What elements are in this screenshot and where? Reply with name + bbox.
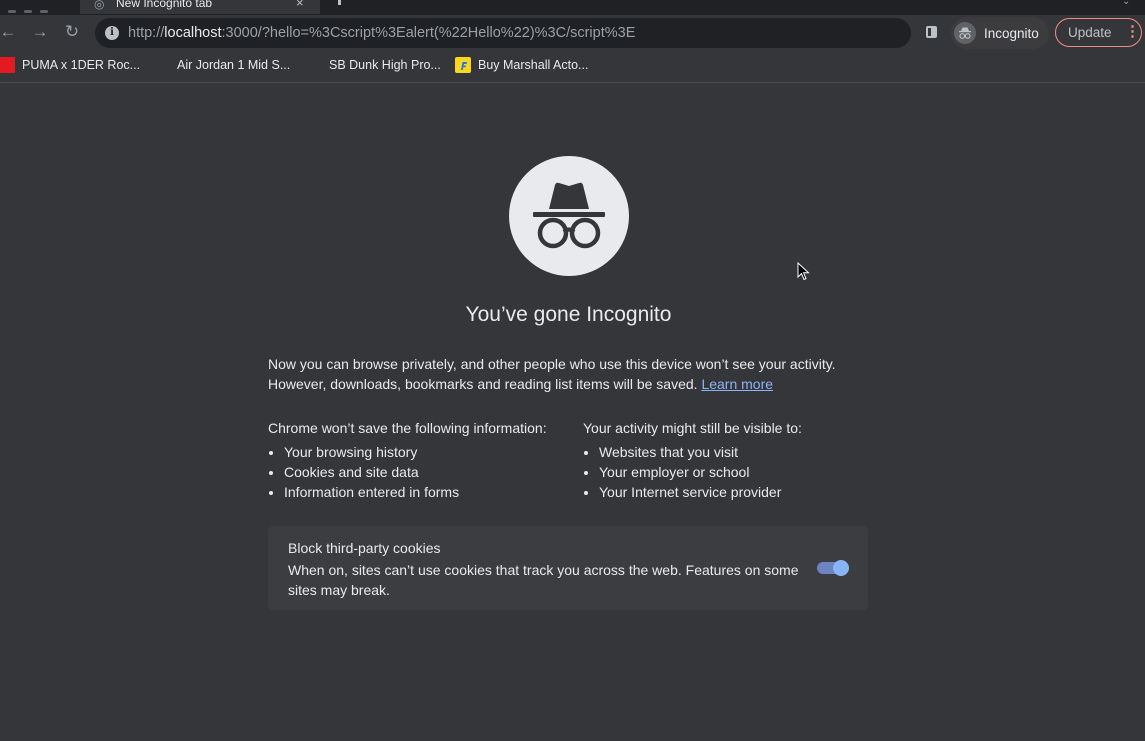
incognito-label: Incognito: [984, 26, 1039, 41]
intro-line-2: However, downloads, bookmarks and readin…: [268, 376, 698, 392]
new-tab-button[interactable]: [338, 0, 341, 5]
puma-favicon-icon: [0, 57, 15, 73]
bookmark-label: SB Dunk High Pro...: [329, 58, 441, 72]
bookmark-label: Air Jordan 1 Mid S...: [177, 58, 291, 72]
list-item: Information entered in forms: [284, 482, 578, 502]
tab-title: New Incognito tab: [116, 0, 213, 10]
bookmark-item-sb-dunk[interactable]: SB Dunk High Pro...: [306, 57, 441, 77]
menu-kebab-icon[interactable]: ⋮: [1125, 22, 1140, 40]
third-party-cookies-card: Block third-party cookies When on, sites…: [268, 526, 868, 610]
blank-favicon-icon: [154, 57, 170, 73]
incognito-tab-icon: ◎: [94, 0, 105, 11]
might-be-visible-section: Your activity might still be visible to:…: [583, 418, 893, 502]
site-info-icon[interactable]: i: [105, 26, 119, 40]
wont-save-title: Chrome won’t save the following informat…: [268, 420, 547, 436]
learn-more-link[interactable]: Learn more: [701, 376, 773, 392]
incognito-hero-icon: [509, 156, 629, 276]
page-title: You’ve gone Incognito: [465, 303, 672, 326]
list-item: Your employer or school: [599, 462, 893, 482]
update-button[interactable]: Update ⋮: [1055, 18, 1142, 47]
bookmark-item-air-jordan[interactable]: Air Jordan 1 Mid S...: [154, 57, 290, 77]
address-bar[interactable]: i http://localhost:3000/?hello=%3Cscript…: [95, 18, 911, 48]
list-item: Your Internet service provider: [599, 482, 893, 502]
incognito-page: You’ve gone Incognito Now you can browse…: [0, 83, 1145, 741]
intro-line-1: Now you can browse privately, and other …: [268, 356, 836, 372]
toggle-knob: [833, 560, 849, 576]
close-tab-icon[interactable]: ×: [296, 0, 304, 10]
block-cookies-toggle[interactable]: [817, 560, 849, 576]
update-label: Update: [1068, 25, 1112, 40]
forward-icon[interactable]: →: [28, 20, 52, 44]
cookie-card-title: Block third-party cookies: [288, 540, 441, 556]
mouse-cursor-icon: [797, 262, 810, 281]
bookmark-item-marshall[interactable]: Buy Marshall Acto...: [455, 57, 588, 77]
back-icon[interactable]: ←: [0, 20, 20, 44]
bookmark-label: PUMA x 1DER Roc...: [22, 58, 141, 72]
reload-icon[interactable]: ↻: [60, 20, 84, 44]
toolbar: ← → ↻ i http://localhost:3000/?hello=%3C…: [0, 15, 1145, 52]
might-be-visible-title: Your activity might still be visible to:: [583, 420, 802, 436]
window-controls[interactable]: [8, 0, 68, 13]
bookmark-item-puma[interactable]: PUMA x 1DER Roc...: [0, 57, 140, 77]
side-panel-icon[interactable]: [926, 26, 937, 38]
cookie-card-description: When on, sites can’t use cookies that tr…: [288, 562, 799, 598]
flipkart-favicon-icon: [455, 57, 471, 73]
bookmark-label: Buy Marshall Acto...: [478, 58, 589, 72]
incognito-profile-button[interactable]: Incognito: [951, 17, 1049, 49]
tab-strip: ◎ New Incognito tab × ⌄: [0, 0, 1145, 15]
tab-new-incognito[interactable]: ◎ New Incognito tab ×: [80, 0, 320, 14]
blank-favicon-icon: [306, 57, 322, 73]
list-item: Websites that you visit: [599, 442, 893, 462]
intro-text: Now you can browse privately, and other …: [268, 354, 868, 394]
list-item: Your browsing history: [284, 442, 578, 462]
url-text[interactable]: http://localhost:3000/?hello=%3Cscript%3…: [128, 25, 635, 41]
tab-search-icon[interactable]: ⌄: [1122, 0, 1130, 7]
wont-save-section: Chrome won’t save the following informat…: [268, 418, 578, 502]
incognito-avatar-icon: [954, 22, 976, 44]
bookmarks-bar: PUMA x 1DER Roc... Air Jordan 1 Mid S...…: [0, 52, 1145, 83]
list-item: Cookies and site data: [284, 462, 578, 482]
